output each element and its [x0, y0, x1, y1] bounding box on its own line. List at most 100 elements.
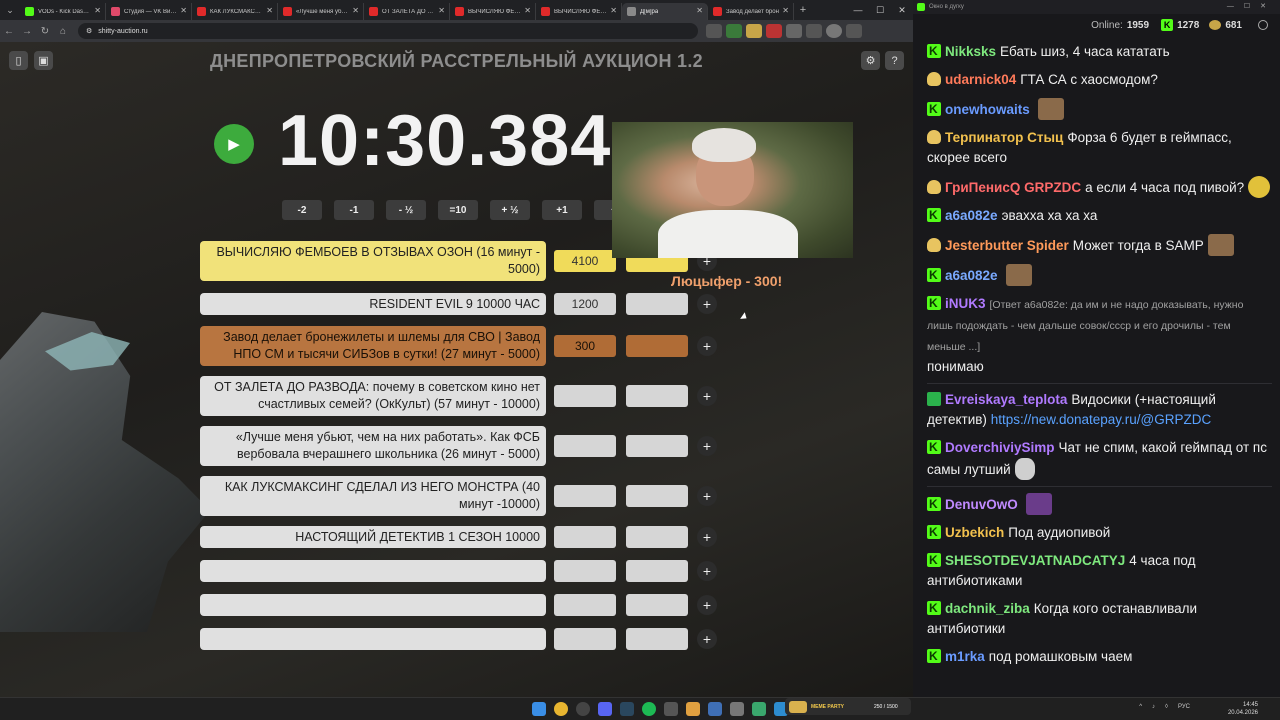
play-button[interactable]: ▶ — [214, 124, 254, 164]
steam-icon[interactable] — [620, 702, 634, 716]
back-icon[interactable]: ← — [0, 26, 18, 37]
lot-add-amount-field[interactable] — [626, 560, 688, 582]
browser-tab[interactable]: VODs - Kick Dashbo ✕ — [20, 3, 106, 20]
chat-username[interactable]: Nikksks — [945, 44, 996, 59]
add-amount-button[interactable]: + — [697, 595, 717, 615]
timer-step-button[interactable]: +1 — [542, 200, 582, 220]
new-tab-button[interactable]: + — [794, 4, 812, 16]
chat-username[interactable]: Uzbekich — [945, 525, 1004, 540]
maximize-icon[interactable]: ☐ — [869, 0, 891, 20]
chat-settings-icon[interactable] — [1258, 20, 1268, 30]
lot-add-amount-field[interactable] — [626, 335, 688, 357]
add-amount-button[interactable]: + — [697, 486, 717, 506]
chat-link[interactable]: https://new.donatepay.ru/@GRPZDC — [991, 412, 1212, 427]
site-info-icon[interactable]: ⚙ — [86, 27, 92, 35]
lot-amount-field[interactable] — [554, 435, 616, 457]
chat-username[interactable]: DenuvOwO — [945, 497, 1018, 512]
tab-close-icon[interactable]: ✕ — [266, 6, 273, 15]
clock[interactable]: 14:45 20.04.2026 — [1228, 701, 1258, 717]
tab-close-icon[interactable]: ✕ — [180, 6, 187, 15]
add-amount-button[interactable]: + — [697, 561, 717, 581]
add-amount-button[interactable]: + — [697, 294, 717, 314]
chat-username[interactable]: Терпинатор Стыц — [945, 130, 1063, 145]
sidebar-toggle-icon[interactable]: ▯ — [9, 51, 28, 70]
lot-add-amount-field[interactable] — [626, 526, 688, 548]
browser-tab[interactable]: Завод делает брон ✕ — [708, 3, 794, 20]
lot-name-field[interactable]: ОТ ЗАЛЕТА ДО РАЗВОДА: почему в советском… — [200, 376, 546, 416]
lot-name-field[interactable]: «Лучше меня убьют, чем на них работать».… — [200, 426, 546, 466]
obs-icon[interactable] — [576, 702, 590, 716]
timer-step-button[interactable]: -2 — [282, 200, 322, 220]
lot-add-amount-field[interactable] — [626, 628, 688, 650]
browser-tab[interactable]: ВЫЧИСЛЯЮ ФЕМБ ✕ — [536, 3, 622, 20]
menu-icon[interactable] — [846, 24, 862, 38]
add-amount-button[interactable]: + — [697, 386, 717, 406]
lot-name-field[interactable]: Завод делает бронежилеты и шлемы для СВО… — [200, 326, 546, 366]
tab-close-icon[interactable]: ✕ — [696, 6, 703, 15]
extension-icon[interactable] — [726, 24, 742, 38]
browser-tab[interactable]: «Лучше меня убьют ✕ — [278, 3, 364, 20]
chat-username[interactable]: onewhowaits — [945, 102, 1030, 117]
browser-tab[interactable]: Д[м]ра ✕ — [622, 3, 708, 20]
save-icon[interactable]: ▣ — [34, 51, 53, 70]
tab-close-icon[interactable]: ✕ — [438, 6, 445, 15]
lot-add-amount-field[interactable] — [626, 293, 688, 315]
lot-amount-field[interactable]: 1200 — [554, 293, 616, 315]
tab-close-icon[interactable]: ✕ — [94, 6, 101, 15]
lot-amount-field[interactable] — [554, 594, 616, 616]
timer-step-button[interactable]: -1 — [334, 200, 374, 220]
tab-close-icon[interactable]: ✕ — [352, 6, 359, 15]
lot-add-amount-field[interactable] — [626, 485, 688, 507]
help-icon[interactable]: ? — [885, 51, 904, 70]
add-amount-button[interactable]: + — [697, 336, 717, 356]
browser-tab[interactable]: ОТ ЗАЛЕТА ДО РАЗ ✕ — [364, 3, 450, 20]
app-icon[interactable] — [664, 702, 678, 716]
lot-name-field[interactable]: НАСТОЯЩИЙ ДЕТЕКТИВ 1 СЕЗОН 10000 — [200, 526, 546, 548]
chat-username[interactable]: Jesterbutter Spider — [945, 238, 1069, 253]
lot-add-amount-field[interactable] — [626, 594, 688, 616]
lot-amount-field[interactable] — [554, 526, 616, 548]
reload-icon[interactable]: ↻ — [36, 26, 54, 37]
profile-icon[interactable] — [826, 24, 842, 38]
lot-amount-field[interactable] — [554, 385, 616, 407]
lot-name-field[interactable] — [200, 628, 546, 650]
close-icon[interactable]: ✕ — [891, 0, 913, 20]
forward-icon[interactable]: → — [18, 26, 36, 37]
lot-name-field[interactable] — [200, 560, 546, 582]
chat-username[interactable]: m1rka — [945, 649, 985, 664]
spotify-icon[interactable] — [642, 702, 656, 716]
minimize-icon[interactable]: — — [847, 0, 869, 20]
tab-close-icon[interactable]: ✕ — [524, 6, 531, 15]
start-icon[interactable] — [532, 702, 546, 716]
app-icon[interactable] — [730, 702, 744, 716]
home-icon[interactable]: ⌂ — [54, 26, 72, 37]
chat-window-controls[interactable]: —☐✕ — [1227, 2, 1276, 10]
chat-username[interactable]: DoverchiviySimp — [945, 440, 1055, 455]
chat-username[interactable]: udarnick04 — [945, 72, 1016, 87]
add-amount-button[interactable]: + — [697, 527, 717, 547]
chat-username[interactable]: Evreiskaya_teplota — [945, 392, 1067, 407]
extension-icon[interactable] — [766, 24, 782, 38]
star-icon[interactable] — [706, 24, 722, 38]
timer-step-button[interactable]: + ½ — [490, 200, 530, 220]
chat-username[interactable]: iNUK3 — [945, 296, 986, 311]
lot-name-field[interactable]: ВЫЧИСЛЯЮ ФЕМБОЕВ В ОТЗЫВАХ ОЗОН (16 мину… — [200, 241, 546, 281]
tab-close-icon[interactable]: ✕ — [610, 6, 617, 15]
settings-icon[interactable]: ⚙ — [861, 51, 880, 70]
lot-amount-field[interactable] — [554, 485, 616, 507]
mic-icon[interactable]: ♪ — [1152, 704, 1155, 710]
lot-amount-field[interactable] — [554, 628, 616, 650]
add-amount-button[interactable]: + — [697, 629, 717, 649]
chat-username[interactable]: ГриПенисQ GRPZDC — [945, 180, 1081, 195]
language-indicator[interactable]: РУС — [1178, 704, 1190, 710]
browser-tab[interactable]: Студия — VK Видео ✕ — [106, 3, 192, 20]
lot-name-field[interactable]: RESIDENT EVIL 9 10000 ЧАС — [200, 293, 546, 315]
app-icon[interactable] — [686, 702, 700, 716]
lot-amount-field[interactable]: 300 — [554, 335, 616, 357]
discord-icon[interactable] — [598, 702, 612, 716]
lot-add-amount-field[interactable] — [626, 385, 688, 407]
lot-name-field[interactable]: КАК ЛУКСМАКСИНГ СДЕЛАЛ ИЗ НЕГО МОНСТРА (… — [200, 476, 546, 516]
chat-username[interactable]: a6a082e — [945, 268, 998, 283]
timer-step-button[interactable]: =10 — [438, 200, 478, 220]
chat-username[interactable]: dachnik_ziba — [945, 601, 1030, 616]
